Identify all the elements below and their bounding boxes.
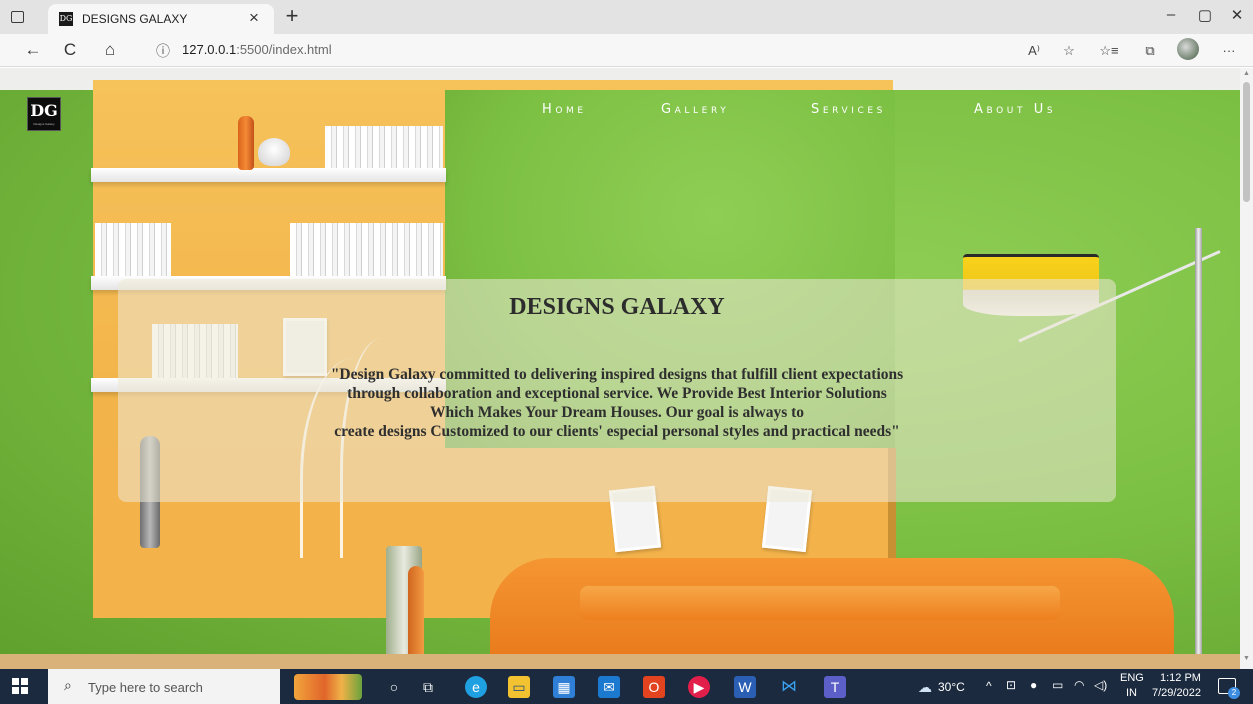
lamp-pole	[1195, 228, 1202, 669]
restore-button[interactable]: ▢	[1190, 6, 1220, 24]
word-icon[interactable]: W	[734, 676, 756, 698]
weather-cloud-icon[interactable]: ☁	[918, 679, 932, 696]
books	[325, 126, 443, 168]
scroll-up-arrow-icon[interactable]: ▲	[1240, 70, 1253, 80]
home-icon[interactable]: ⌂	[99, 39, 121, 61]
address-url: 127.0.0.1:5500/index.html	[182, 42, 332, 57]
cortana-circle-icon[interactable]: ○	[383, 676, 405, 698]
task-view-icon[interactable]: ⧉	[417, 676, 439, 698]
volume-icon[interactable]: ◁)	[1094, 678, 1107, 692]
hero-panel: DESIGNS GALAXY "Design Galaxy committed …	[118, 279, 1116, 502]
office-icon[interactable]: O	[643, 676, 665, 698]
hero-line: create designs Customized to our clients…	[334, 423, 900, 440]
books	[290, 223, 443, 276]
teams-icon[interactable]: T	[824, 676, 846, 698]
meet-now-icon[interactable]: ⊡	[1006, 678, 1016, 692]
search-icon: ⌕	[64, 677, 72, 693]
back-arrow-icon[interactable]: ←	[22, 39, 44, 61]
scroll-down-arrow-icon[interactable]: ▼	[1240, 655, 1253, 665]
mail-icon[interactable]: ✉	[598, 676, 620, 698]
more-menu-icon[interactable]: ···	[1218, 40, 1240, 62]
taskbar-search-box[interactable]: ⌕ Type here to search	[48, 669, 280, 704]
hero-title: DESIGNS GALAXY	[509, 294, 725, 320]
browser-tab-strip: DG DESIGNS GALAXY × + – ▢ ✕	[0, 0, 1253, 34]
favorite-star-icon[interactable]: ☆	[1058, 40, 1080, 62]
url-path: :5500/index.html	[236, 42, 332, 57]
clock-date[interactable]: 7/29/2022	[1152, 687, 1201, 699]
microphone-icon[interactable]: ●	[1030, 678, 1037, 692]
hero-description: "Design Galaxy committed to delivering i…	[178, 365, 1056, 441]
search-highlight-image[interactable]	[294, 674, 362, 700]
white-pot	[258, 138, 290, 166]
weather-temperature[interactable]: 30°C	[938, 680, 965, 694]
close-tab-icon[interactable]: ×	[244, 8, 264, 28]
store-icon[interactable]: ▦	[553, 676, 575, 698]
nav-link-gallery[interactable]: Gallery	[661, 102, 729, 117]
favorites-list-icon[interactable]: ☆≡	[1098, 40, 1120, 62]
minimize-button[interactable]: –	[1156, 6, 1186, 23]
profile-avatar[interactable]	[1177, 38, 1199, 60]
address-bar[interactable]: ⓘ 127.0.0.1:5500/index.html	[146, 38, 1006, 62]
windows-taskbar: ⌕ Type here to search ○ ⧉ e ▭ ▦ ✉ O ▶ W …	[0, 669, 1253, 704]
favicon-icon: DG	[59, 12, 73, 26]
collections-icon[interactable]: ⧉	[1139, 40, 1161, 62]
url-host: 127.0.0.1	[182, 42, 237, 57]
close-window-button[interactable]: ✕	[1222, 6, 1252, 24]
hero-line: "Design Galaxy committed to delivering i…	[330, 366, 904, 383]
page-viewport: DG Designs Galaxy Home Gallery Services …	[0, 68, 1240, 669]
browser-tab[interactable]: DG DESIGNS GALAXY ×	[48, 4, 274, 34]
file-explorer-icon[interactable]: ▭	[508, 676, 530, 698]
language-indicator[interactable]: ENG	[1120, 672, 1144, 684]
site-info-icon[interactable]: ⓘ	[156, 41, 170, 61]
vscode-icon[interactable]: ⋈	[778, 676, 800, 698]
new-tab-button[interactable]: +	[280, 3, 304, 29]
read-aloud-icon[interactable]: A⁾	[1023, 40, 1045, 62]
browser-toolbar: ← C ⌂ ⓘ 127.0.0.1:5500/index.html A⁾ ☆ ☆…	[0, 34, 1253, 67]
orange-vase	[238, 116, 254, 170]
region-indicator[interactable]: IN	[1126, 687, 1137, 699]
windows-start-icon[interactable]	[12, 678, 29, 695]
scroll-thumb[interactable]	[1243, 82, 1250, 202]
search-placeholder: Type here to search	[88, 680, 203, 695]
media-player-icon[interactable]: ▶	[688, 676, 710, 698]
battery-icon[interactable]: ▭	[1052, 678, 1063, 692]
nav-link-home[interactable]: Home	[542, 102, 587, 117]
floor	[0, 654, 1240, 669]
sofa-seat	[580, 586, 1060, 620]
shelf	[91, 168, 446, 182]
clock-time[interactable]: 1:12 PM	[1160, 672, 1201, 684]
notification-badge: 2	[1228, 687, 1240, 699]
edge-icon[interactable]: e	[465, 676, 487, 698]
nav-link-about-us[interactable]: About Us	[974, 102, 1056, 117]
tray-chevron-icon[interactable]: ^	[986, 679, 992, 693]
main-navigation: Home Gallery Services About Us	[0, 102, 1240, 124]
wifi-icon[interactable]: ◠	[1074, 678, 1084, 692]
tab-title: DESIGNS GALAXY	[82, 12, 188, 26]
nav-link-services[interactable]: Services	[811, 102, 886, 117]
books	[95, 223, 171, 276]
hero-line: Which Makes Your Dream Houses. Our goal …	[429, 404, 805, 421]
page-scrollbar[interactable]: ▲ ▼	[1240, 68, 1253, 669]
hero-line: through collaboration and exceptional se…	[347, 385, 887, 402]
tab-actions-icon[interactable]	[8, 8, 26, 26]
refresh-icon[interactable]: C	[59, 39, 81, 61]
